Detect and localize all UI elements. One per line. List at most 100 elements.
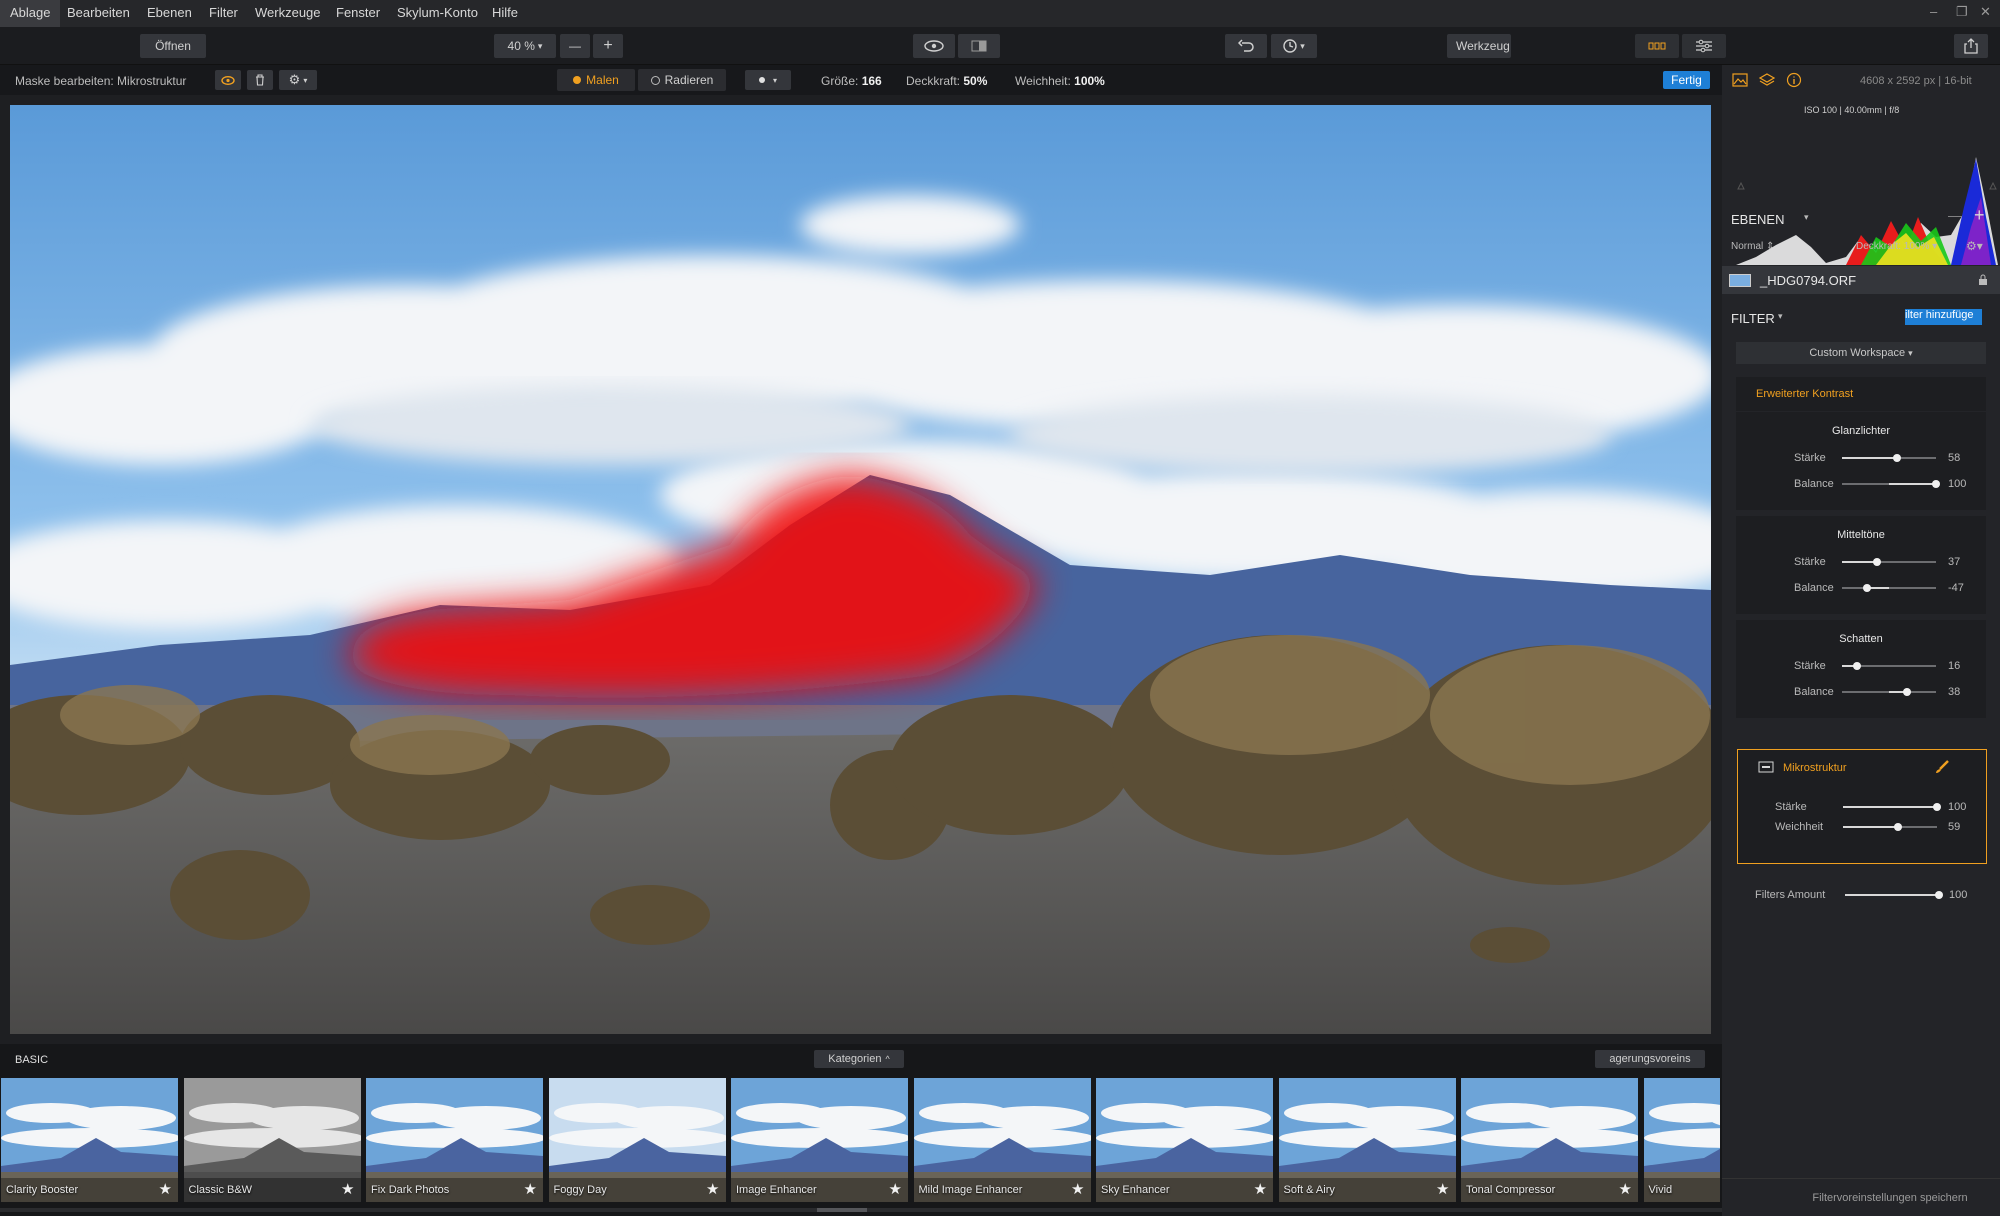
done-button[interactable]: Fertig xyxy=(1663,71,1710,89)
preset-thumbnail[interactable]: Fix Dark Photos ★ xyxy=(366,1078,543,1202)
brush-icon[interactable] xyxy=(1934,759,1950,775)
zoom-out-button[interactable]: — xyxy=(560,34,590,58)
minimize-icon[interactable]: – xyxy=(1930,4,1937,19)
photo-canvas[interactable] xyxy=(10,105,1711,1034)
erase-button[interactable]: Radieren xyxy=(638,69,726,91)
filters-amount-value: 100 xyxy=(1949,889,1968,901)
mask-visibility-button[interactable] xyxy=(215,70,241,90)
slider-track[interactable] xyxy=(1842,454,1936,462)
preset-thumbnail[interactable]: Classic B&W ★ xyxy=(183,1078,361,1202)
preset-thumbnail[interactable]: Mild Image Enhancer ★ xyxy=(913,1078,1091,1202)
lock-icon[interactable] xyxy=(1978,274,1988,286)
preset-thumbnail[interactable]: Soft & Airy ★ xyxy=(1278,1078,1456,1202)
layers-title[interactable]: EBENEN xyxy=(1731,212,1784,227)
add-filter-button[interactable]: ilter hinzufüge xyxy=(1905,309,1982,325)
share-button[interactable] xyxy=(1954,34,1988,58)
presets-scrollbar[interactable] xyxy=(0,1208,1722,1212)
slider-knob[interactable] xyxy=(1902,688,1911,696)
categories-button[interactable]: Kategorien ^ xyxy=(814,1050,904,1068)
favorite-star-icon[interactable]: ★ xyxy=(1619,1180,1632,1198)
zoom-in-button[interactable]: + xyxy=(593,34,623,58)
preset-thumbnail[interactable]: Tonal Compressor ★ xyxy=(1461,1078,1638,1202)
favorite-star-icon[interactable]: ★ xyxy=(1071,1180,1084,1198)
brush-size-control[interactable]: Größe: 166 xyxy=(821,74,882,88)
menu-hilfe[interactable]: Hilfe xyxy=(492,5,518,20)
undo-button[interactable] xyxy=(1225,34,1267,58)
layer-opacity-select[interactable]: Deckkraft: 100% ▾ xyxy=(1856,241,1937,252)
slider-track[interactable] xyxy=(1842,558,1936,566)
microstructure-panel[interactable]: Mikrostruktur Stärke 100 Weichheit 59 xyxy=(1737,749,1987,864)
slider-track[interactable] xyxy=(1843,803,1941,811)
filters-amount-slider[interactable] xyxy=(1845,891,1943,899)
favorite-star-icon[interactable]: ★ xyxy=(524,1180,537,1198)
favorite-star-icon[interactable]: ★ xyxy=(706,1180,719,1198)
history-button[interactable]: ▾ xyxy=(1271,34,1317,58)
favorite-star-icon[interactable]: ★ xyxy=(889,1180,902,1198)
menu-werkzeuge[interactable]: Werkzeuge xyxy=(255,5,321,20)
slider-value: 37 xyxy=(1948,556,1961,568)
remove-layer-icon[interactable]: — xyxy=(1948,207,1962,223)
info-icon[interactable] xyxy=(1786,72,1802,88)
favorite-star-icon[interactable]: ★ xyxy=(1254,1180,1267,1198)
slider-knob[interactable] xyxy=(1894,823,1903,831)
mask-settings-button[interactable]: ⚙ ▾ xyxy=(279,70,317,90)
slider-knob[interactable] xyxy=(1892,454,1901,462)
slider-knob[interactable] xyxy=(1853,662,1862,670)
favorite-star-icon[interactable]: ★ xyxy=(159,1180,172,1198)
paint-button[interactable]: Malen xyxy=(557,69,635,91)
slider-track[interactable] xyxy=(1843,823,1937,831)
brush-shape-select[interactable]: ▾ xyxy=(745,70,791,90)
brush-softness-control[interactable]: Weichheit: 100% xyxy=(1015,74,1105,88)
workspace-select[interactable]: Custom Workspace ▾ xyxy=(1736,342,1986,364)
layer-settings-icon[interactable]: ⚙▾ xyxy=(1966,239,1983,253)
slider-track[interactable] xyxy=(1842,480,1940,488)
restore-icon[interactable]: ❐ xyxy=(1956,4,1968,20)
open-button[interactable]: Öffnen xyxy=(140,34,206,58)
brush-opacity-control[interactable]: Deckkraft: 50% xyxy=(906,74,987,88)
menu-ablage[interactable]: Ablage xyxy=(0,0,61,27)
slider-knob[interactable] xyxy=(1933,803,1941,811)
preset-name: Tonal Compressor xyxy=(1466,1184,1556,1196)
slider-knob[interactable] xyxy=(1872,558,1881,566)
filmstrip-toggle-button[interactable] xyxy=(1635,34,1679,58)
menu-skylum-konto[interactable]: Skylum-Konto xyxy=(397,5,478,20)
slider-knob[interactable] xyxy=(1935,891,1943,899)
filter-title[interactable]: FILTER xyxy=(1731,311,1775,326)
favorite-star-icon[interactable]: ★ xyxy=(341,1180,354,1198)
menu-fenster[interactable]: Fenster xyxy=(336,5,380,20)
mask-delete-button[interactable] xyxy=(247,70,273,90)
save-filter-presets-button[interactable]: Filtervoreinstellungen speichern xyxy=(1790,1187,1990,1209)
preset-thumbnail[interactable]: Clarity Booster ★ xyxy=(1,1078,178,1202)
add-layer-icon[interactable]: + xyxy=(1974,205,1985,226)
slider-value: 58 xyxy=(1948,452,1961,464)
favorite-star-icon[interactable]: ★ xyxy=(1436,1180,1449,1198)
slider-label: Stärke xyxy=(1794,660,1826,672)
slider-track[interactable] xyxy=(1842,688,1936,696)
layer-row[interactable]: _HDG0794.ORF xyxy=(1722,266,2000,294)
scrollbar-thumb[interactable] xyxy=(817,1208,867,1212)
preset-thumbnail[interactable]: Foggy Day ★ xyxy=(548,1078,726,1202)
slider-value: 38 xyxy=(1948,686,1961,698)
adjustments-toggle-button[interactable] xyxy=(1682,34,1726,58)
slider-knob[interactable] xyxy=(1862,584,1871,592)
slider-track[interactable] xyxy=(1842,584,1936,592)
filter-group-header[interactable]: Erweiterter Kontrast xyxy=(1736,377,1986,411)
preset-thumbnail[interactable]: Sky Enhancer ★ xyxy=(1096,1078,1273,1202)
slider-track[interactable] xyxy=(1842,662,1936,670)
blend-mode-select[interactable]: Normal ⇕ xyxy=(1731,241,1774,252)
preview-eye-button[interactable] xyxy=(913,34,955,58)
close-icon[interactable]: ✕ xyxy=(1980,4,1991,20)
menu-filter[interactable]: Filter xyxy=(209,5,238,20)
preset-thumbnail[interactable]: Vivid xyxy=(1643,1078,1720,1202)
mask-icon[interactable] xyxy=(1758,761,1774,773)
preset-thumbnail[interactable]: Image Enhancer ★ xyxy=(731,1078,908,1202)
save-preset-button[interactable]: agerungsvoreins xyxy=(1595,1050,1705,1068)
menu-bearbeiten[interactable]: Bearbeiten xyxy=(67,5,130,20)
slider-knob[interactable] xyxy=(1932,480,1940,488)
image-icon[interactable] xyxy=(1732,73,1748,87)
menu-ebenen[interactable]: Ebenen xyxy=(147,5,192,20)
layers-icon[interactable] xyxy=(1759,72,1775,88)
zoom-select[interactable]: 40 % ▾ xyxy=(494,34,556,58)
compare-button[interactable] xyxy=(958,34,1000,58)
tools-button[interactable]: Werkzeug xyxy=(1447,34,1511,58)
